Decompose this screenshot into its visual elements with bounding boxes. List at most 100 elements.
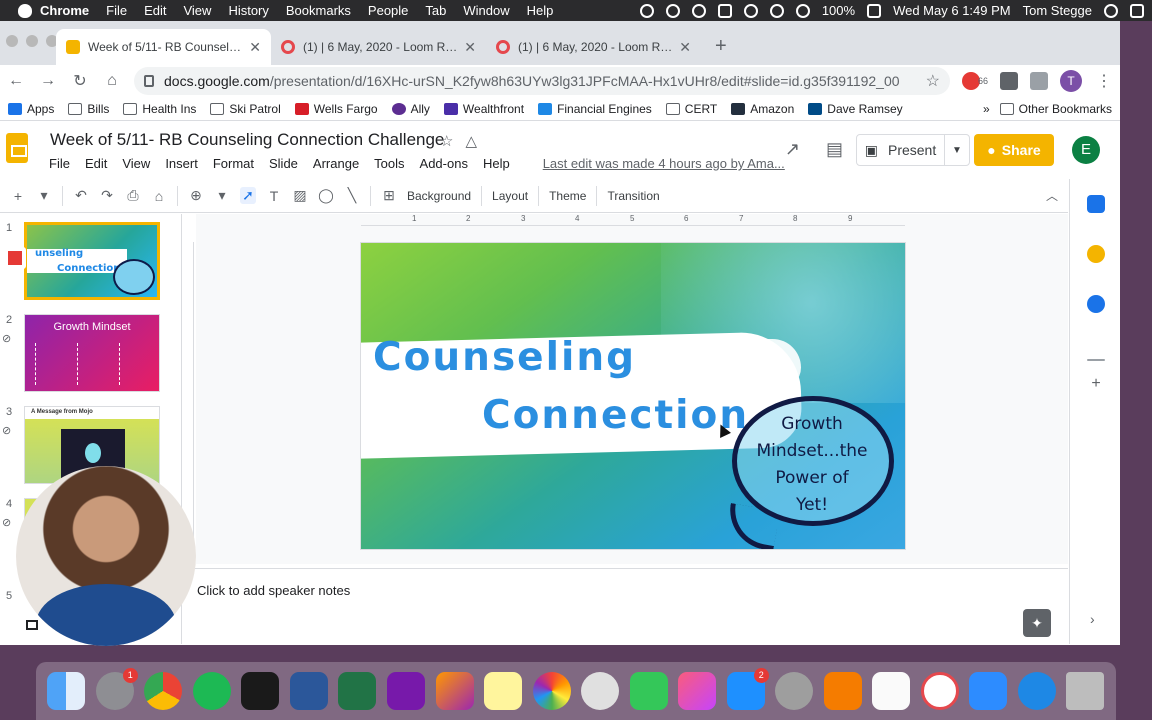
menu-tab[interactable]: Tab	[425, 3, 446, 18]
bookmark-ally[interactable]: Ally	[391, 102, 430, 116]
chrome-icon[interactable]	[144, 672, 183, 710]
line-icon[interactable]: ╲	[344, 187, 360, 204]
photos-icon[interactable]	[532, 672, 571, 710]
doc-menu-addons[interactable]: Add-ons	[420, 156, 468, 171]
last-edit-link[interactable]: Last edit was made 4 hours ago by Ama...	[543, 156, 785, 171]
layout-button[interactable]: Layout	[492, 189, 528, 203]
safari-icon[interactable]	[1017, 672, 1056, 710]
bookmark-dave-ramsey[interactable]: Dave Ramsey	[808, 102, 903, 116]
apple-menu-icon[interactable]	[18, 3, 32, 18]
facetime-icon[interactable]	[629, 672, 668, 710]
account-avatar[interactable]: E	[1072, 136, 1100, 164]
bookmark-apps[interactable]: Apps	[8, 102, 54, 116]
bookmark-amazon[interactable]: Amazon	[731, 102, 794, 116]
slides-logo-icon[interactable]	[6, 133, 28, 163]
acrobat-icon[interactable]	[872, 672, 911, 710]
background-button[interactable]: Background	[407, 189, 471, 203]
share-button[interactable]: ● Share	[974, 134, 1054, 166]
fusion-360-icon[interactable]	[823, 672, 862, 710]
menu-bookmarks[interactable]: Bookmarks	[286, 3, 351, 18]
speech-bubble-text[interactable]: Growth Mindset...the Power of Yet!	[737, 411, 887, 519]
new-slide-icon[interactable]: +	[10, 188, 26, 204]
transition-button[interactable]: Transition	[607, 189, 659, 203]
menu-edit[interactable]: Edit	[144, 3, 166, 18]
redo-icon[interactable]: ↷	[99, 187, 115, 204]
bookmark-cert[interactable]: CERT	[665, 102, 717, 116]
doc-menu-slide[interactable]: Slide	[269, 156, 298, 171]
menu-window[interactable]: Window	[463, 3, 509, 18]
bookmark-wells-fargo[interactable]: Wells Fargo	[294, 102, 378, 116]
volume-icon[interactable]	[795, 3, 810, 18]
bookmark-other[interactable]: Other Bookmarks	[999, 102, 1112, 116]
profile-avatar[interactable]: T	[1060, 70, 1082, 92]
battery-icon[interactable]	[867, 3, 882, 18]
print-icon[interactable]: ⎙	[125, 187, 141, 204]
doc-menu-tools[interactable]: Tools	[374, 156, 404, 171]
wifi-icon[interactable]	[769, 3, 784, 18]
spotlight-icon[interactable]	[1104, 3, 1118, 18]
dropbox-icon[interactable]	[639, 3, 654, 18]
present-button[interactable]: ▣ Present	[857, 135, 945, 165]
loom-record-icon[interactable]	[4, 247, 26, 269]
comments-icon[interactable]: ▤	[826, 139, 843, 160]
shape-icon[interactable]: ◯	[318, 187, 334, 204]
explore-icon[interactable]: ✦	[1023, 609, 1051, 637]
slide-thumbnail-2[interactable]: Growth Mindset	[24, 314, 160, 392]
new-slide-dropdown-icon[interactable]: ▾	[36, 187, 52, 204]
close-tab-icon[interactable]: ✕	[464, 39, 476, 56]
reload-icon[interactable]: ↻	[70, 71, 90, 91]
onenote-icon[interactable]	[386, 672, 425, 710]
bookmark-wealthfront[interactable]: Wealthfront	[443, 102, 524, 116]
bookmark-financial-engines[interactable]: Financial Engines	[538, 102, 652, 116]
launchpad-icon[interactable]	[775, 672, 814, 710]
back-icon[interactable]: ←	[6, 72, 26, 90]
music-icon[interactable]	[678, 672, 717, 710]
current-slide[interactable]: Counseling Connection Growth Mindset...t…	[361, 243, 905, 549]
tasks-icon[interactable]	[1087, 295, 1105, 313]
move-to-drive-icon[interactable]: △	[465, 132, 477, 150]
zoom-dropdown-icon[interactable]: ▾	[214, 187, 230, 204]
new-tab-button[interactable]: +	[715, 29, 727, 65]
slide-title-line-1[interactable]: Counseling	[373, 335, 636, 380]
nav-icon[interactable]	[691, 3, 706, 18]
battery-percent[interactable]: 100%	[822, 3, 855, 18]
loom-icon[interactable]	[241, 672, 280, 710]
bookmark-bills[interactable]: Bills	[68, 102, 109, 116]
doc-menu-edit[interactable]: Edit	[85, 156, 107, 171]
menu-view[interactable]: View	[183, 3, 211, 18]
user-name[interactable]: Tom Stegge	[1023, 3, 1092, 18]
theme-button[interactable]: Theme	[549, 189, 586, 203]
select-pointer-icon[interactable]: ➚	[240, 187, 256, 204]
more-extensions-icon[interactable]	[1000, 72, 1018, 90]
speaker-notes-placeholder[interactable]: Click to add speaker notes	[197, 583, 350, 598]
expand-panel-icon[interactable]: ›	[1090, 611, 1095, 627]
doc-menu-arrange[interactable]: Arrange	[313, 156, 359, 171]
webcam-bubble[interactable]	[16, 466, 196, 646]
bookmark-star-icon[interactable]: ☆	[926, 71, 940, 91]
reading-list-icon[interactable]	[1030, 72, 1048, 90]
image-icon[interactable]: ▨	[292, 187, 308, 204]
screenflow-icon[interactable]	[581, 672, 620, 710]
doc-menu-help[interactable]: Help	[483, 156, 510, 171]
menu-help[interactable]: Help	[527, 3, 554, 18]
notes-icon[interactable]	[484, 672, 523, 710]
system-preferences-icon[interactable]: 1	[95, 668, 138, 710]
undo-icon[interactable]: ↶	[73, 187, 89, 204]
collapse-toolbar-icon[interactable]: ︿	[1046, 187, 1058, 204]
doc-title[interactable]: Week of 5/11- RB Counseling Connection C…	[50, 130, 444, 150]
doc-menu-file[interactable]: File	[49, 156, 70, 171]
claquette-icon[interactable]	[435, 672, 474, 710]
spotify-icon[interactable]	[192, 672, 231, 710]
bookmarks-overflow-button[interactable]: »	[983, 102, 990, 116]
datetime[interactable]: Wed May 6 1:49 PM	[893, 3, 1011, 18]
paint-format-icon[interactable]: ⌂	[151, 188, 167, 204]
checkmark-icon[interactable]	[665, 3, 680, 18]
tab-loom-1[interactable]: (1) | 6 May, 2020 - Loom Reco ✕	[271, 29, 486, 65]
star-icon[interactable]: ☆	[440, 132, 453, 150]
time-machine-icon[interactable]	[743, 3, 758, 18]
loom-desktop-icon[interactable]	[920, 672, 959, 710]
forward-icon[interactable]: →	[38, 72, 58, 90]
menu-people[interactable]: People	[368, 3, 408, 18]
notification-center-icon[interactable]	[1130, 3, 1144, 18]
close-window-button[interactable]	[6, 35, 18, 47]
